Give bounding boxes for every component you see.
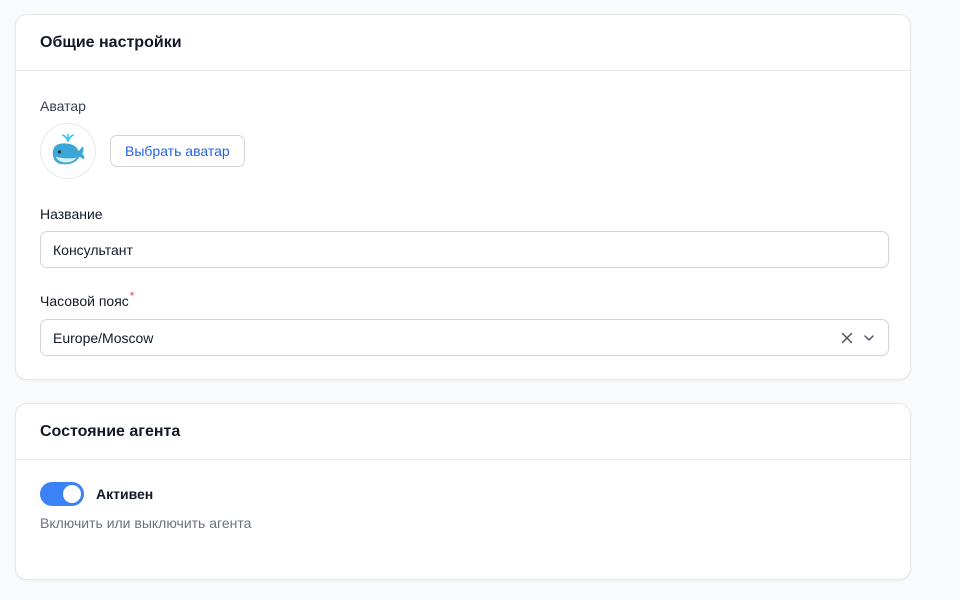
active-toggle-label: Активен	[96, 486, 154, 502]
general-settings-card: Общие настройки Аватар Выбрать аватар На…	[15, 14, 911, 380]
timezone-select[interactable]: Europe/Moscow	[40, 319, 889, 356]
toggle-knob	[63, 485, 81, 503]
name-field[interactable]: Консультант	[40, 231, 889, 268]
timezone-label: Часовой пояс	[40, 293, 129, 309]
name-label: Название	[40, 206, 103, 222]
general-settings-title: Общие настройки	[40, 33, 182, 51]
avatar-label: Аватар	[40, 98, 86, 114]
active-toggle-row: Активен	[40, 482, 886, 506]
avatar	[40, 123, 96, 179]
required-mark: *	[129, 289, 135, 303]
agent-state-header: Состояние агента	[16, 404, 910, 460]
close-icon[interactable]	[840, 331, 854, 345]
timezone-select-icons	[840, 331, 876, 345]
agent-state-body: Активен Включить или выключить агента	[16, 482, 910, 531]
timezone-select-value: Europe/Moscow	[53, 329, 154, 346]
timezone-label-row: Часовой пояс*	[40, 289, 886, 309]
active-toggle[interactable]	[40, 482, 84, 506]
choose-avatar-button[interactable]: Выбрать аватар	[110, 135, 245, 167]
whale-icon	[52, 133, 85, 165]
agent-state-title: Состояние агента	[40, 422, 181, 440]
name-field-value: Консультант	[53, 241, 133, 258]
general-settings-body: Аватар Выбрать аватар Название Консульта…	[16, 98, 910, 356]
general-settings-header: Общие настройки	[16, 15, 910, 71]
avatar-row: Выбрать аватар	[40, 123, 886, 179]
agent-state-help-text: Включить или выключить агента	[40, 515, 252, 531]
agent-state-card: Состояние агента Активен Включить или вы…	[15, 403, 911, 580]
chevron-down-icon[interactable]	[862, 331, 876, 345]
